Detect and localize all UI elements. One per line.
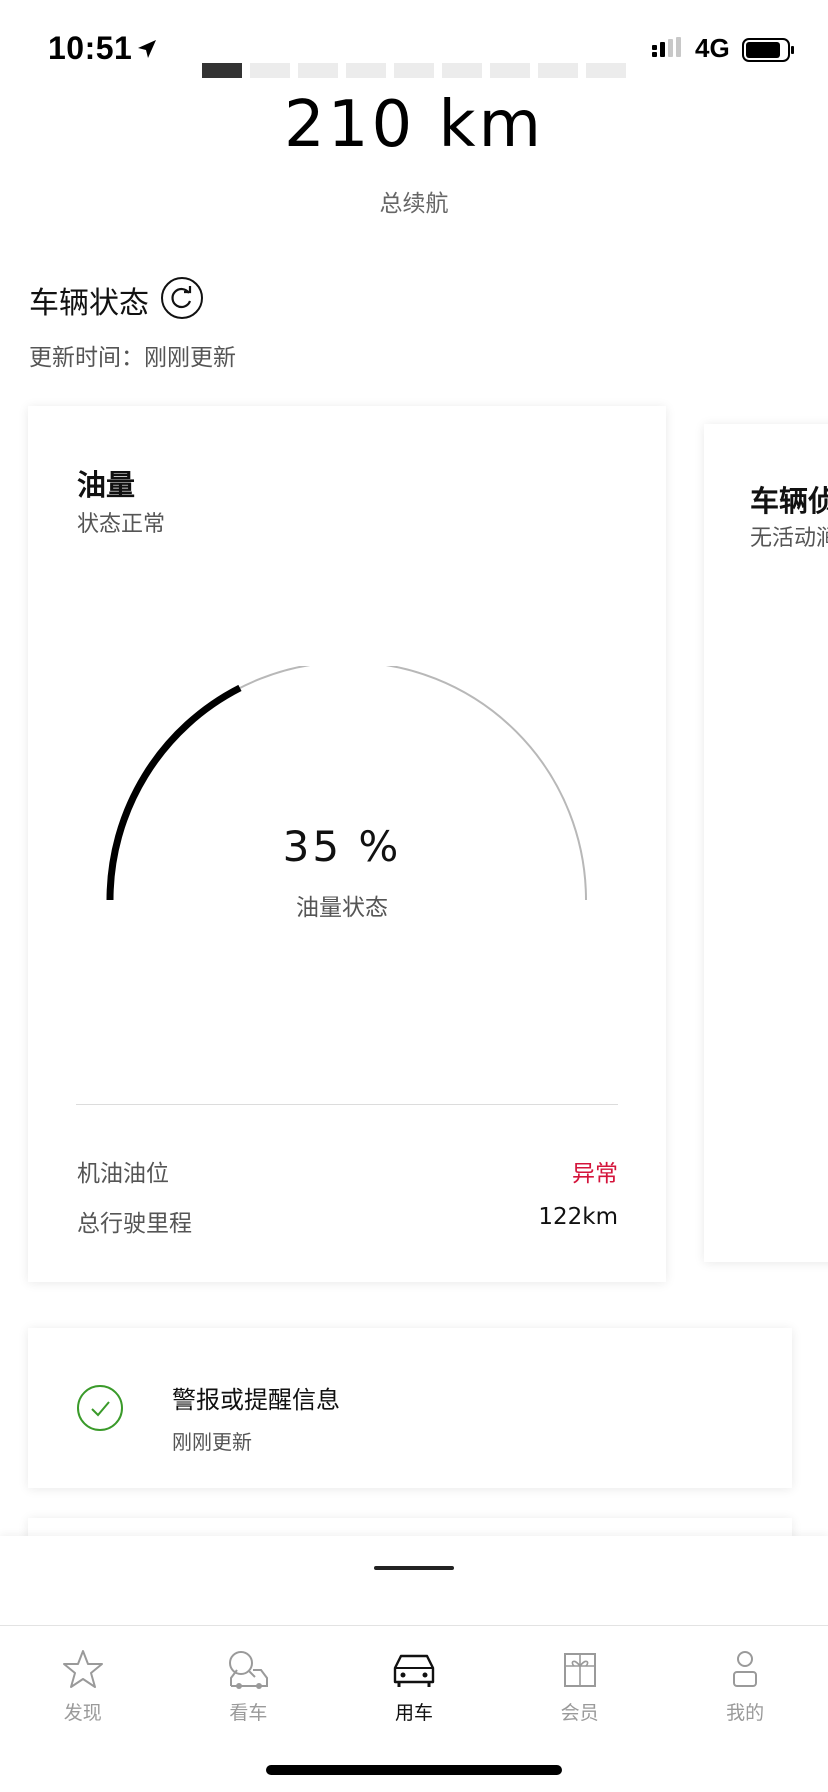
tab-bar: 发现 看车 用车 会员 我的: [0, 1648, 828, 1738]
tab-use-car[interactable]: 用车: [331, 1648, 497, 1738]
status-time: 10:51: [48, 30, 133, 66]
tab-discover[interactable]: 发现: [0, 1648, 166, 1738]
car-search-icon: [229, 1651, 269, 1689]
refresh-icon[interactable]: [160, 276, 204, 320]
status-bar: 10:51 4G: [0, 0, 828, 100]
page-indicator-segment: [442, 63, 482, 78]
total-mileage-value: 122km: [538, 1204, 618, 1230]
tab-bar-divider: [0, 1625, 828, 1626]
tab-view-cars[interactable]: 看车: [166, 1648, 332, 1738]
fuel-card-subtitle: 状态正常: [77, 512, 166, 537]
network-type: 4G: [695, 33, 730, 63]
page-indicator-segment: [298, 63, 338, 78]
update-time: 更新时间：刚刚更新: [29, 345, 236, 371]
total-range-value: 210 km: [284, 88, 544, 162]
location-arrow-icon: [138, 40, 156, 58]
tab-mine-label: 我的: [726, 1702, 765, 1724]
alerts-subtitle: 刚刚更新: [172, 1430, 252, 1454]
fuel-gauge-value: 35 %: [282, 822, 402, 871]
total-range-label: 总续航: [379, 191, 449, 217]
side-card-title: 车辆侦: [750, 484, 828, 518]
home-indicator: [266, 1765, 562, 1775]
sheet-grabber[interactable]: [374, 1566, 454, 1570]
page-indicator-segment: [250, 63, 290, 78]
tab-view-cars-label: 看车: [229, 1702, 268, 1724]
alerts-card[interactable]: 警报或提醒信息 刚刚更新: [28, 1328, 792, 1488]
vehicle-side-card[interactable]: 车辆侦 无活动涧: [704, 424, 828, 1262]
star-icon: [62, 1650, 103, 1688]
bottom-sheet: 发现 看车 用车 会员 我的: [0, 1536, 828, 1792]
fuel-gauge-label: 油量状态: [296, 895, 388, 921]
gift-icon: [563, 1653, 596, 1687]
page-indicator: [202, 63, 626, 78]
tab-member-label: 会员: [560, 1702, 599, 1724]
total-mileage-label: 总行驶里程: [77, 1211, 192, 1237]
tab-use-car-label: 用车: [394, 1702, 433, 1724]
page-indicator-segment: [538, 63, 578, 78]
tab-mine[interactable]: 我的: [662, 1648, 828, 1738]
card-divider: [76, 1104, 618, 1105]
side-card-subtitle: 无活动涧: [750, 526, 828, 551]
fuel-card-title: 油量: [77, 468, 136, 502]
car-front-icon: [393, 1654, 435, 1687]
page-indicator-segment: [490, 63, 530, 78]
page-indicator-segment: [202, 63, 242, 78]
tab-discover-label: 发现: [63, 1702, 102, 1724]
person-icon: [733, 1651, 758, 1687]
page-indicator-segment: [586, 63, 626, 78]
alerts-title: 警报或提醒信息: [172, 1386, 340, 1414]
fuel-card[interactable]: 油量 状态正常 35 % 油量状态 机油油位 异常 总行驶里程 122km: [28, 406, 666, 1282]
oil-level-label: 机油油位: [77, 1161, 169, 1187]
vehicle-status-title: 车辆状态: [29, 286, 149, 321]
page-indicator-segment: [346, 63, 386, 78]
check-circle-icon: [77, 1385, 123, 1431]
oil-level-value: 异常: [572, 1161, 618, 1187]
page-indicator-segment: [394, 63, 434, 78]
tab-member[interactable]: 会员: [497, 1648, 663, 1738]
battery-icon: [742, 38, 794, 62]
cellular-signal-icon: [652, 37, 681, 57]
